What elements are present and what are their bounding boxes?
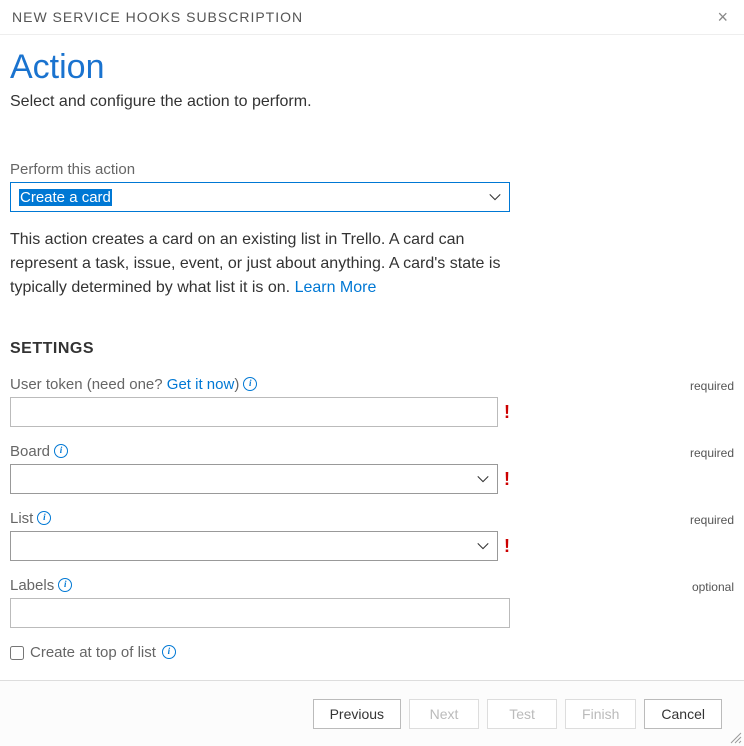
required-label: required [690, 379, 734, 393]
action-description: This action creates a card on an existin… [10, 228, 530, 300]
labels-input-wrapper [10, 598, 510, 628]
action-label: Perform this action [10, 161, 734, 178]
previous-button[interactable]: Previous [313, 699, 401, 729]
error-icon: ! [504, 537, 510, 555]
test-button[interactable]: Test [487, 699, 557, 729]
user-token-input-wrapper: ! [10, 397, 510, 427]
board-select-wrapper: ! [10, 464, 510, 494]
create-top-row: Create at top of list i [10, 644, 734, 661]
list-select[interactable] [10, 531, 498, 561]
action-select-wrapper: Create a card [10, 182, 510, 212]
list-select-display[interactable] [10, 531, 498, 561]
action-select-display[interactable]: Create a card [10, 182, 510, 212]
error-icon: ! [504, 403, 510, 421]
info-icon[interactable]: i [54, 444, 68, 458]
dialog-footer: Previous Next Test Finish Cancel [0, 680, 744, 746]
info-icon[interactable]: i [58, 578, 72, 592]
list-label: List i required [10, 510, 734, 527]
user-token-input[interactable] [10, 397, 498, 427]
board-select-display[interactable] [10, 464, 498, 494]
dialog-title: NEW SERVICE HOOKS SUBSCRIPTION [12, 9, 303, 25]
cancel-button[interactable]: Cancel [644, 699, 722, 729]
close-icon[interactable]: × [713, 8, 732, 26]
action-select[interactable]: Create a card [10, 182, 510, 212]
dialog-header: NEW SERVICE HOOKS SUBSCRIPTION × [0, 0, 744, 35]
next-button[interactable]: Next [409, 699, 479, 729]
page-title: Action [10, 48, 734, 87]
content-scroll-area[interactable]: Action Select and configure the action t… [0, 34, 744, 680]
labels-input[interactable] [10, 598, 510, 628]
info-icon[interactable]: i [162, 645, 176, 659]
info-icon[interactable]: i [37, 511, 51, 525]
create-top-checkbox[interactable] [10, 646, 24, 660]
required-label: required [690, 446, 734, 460]
page-subtitle: Select and configure the action to perfo… [10, 93, 734, 111]
labels-label: Labels i optional [10, 577, 734, 594]
action-selected-value: Create a card [19, 189, 112, 206]
resize-grip[interactable] [728, 730, 742, 744]
required-label: required [690, 513, 734, 527]
board-select[interactable] [10, 464, 498, 494]
learn-more-link[interactable]: Learn More [295, 279, 377, 296]
board-label: Board i required [10, 443, 734, 460]
finish-button[interactable]: Finish [565, 699, 636, 729]
get-token-link[interactable]: Get it now [167, 376, 235, 393]
error-icon: ! [504, 470, 510, 488]
info-icon[interactable]: i [243, 377, 257, 391]
optional-label: optional [692, 580, 734, 594]
list-select-wrapper: ! [10, 531, 510, 561]
settings-heading: SETTINGS [10, 340, 734, 358]
create-top-label: Create at top of list [30, 644, 156, 661]
user-token-label: User token (need one? Get it now) i requ… [10, 376, 734, 393]
